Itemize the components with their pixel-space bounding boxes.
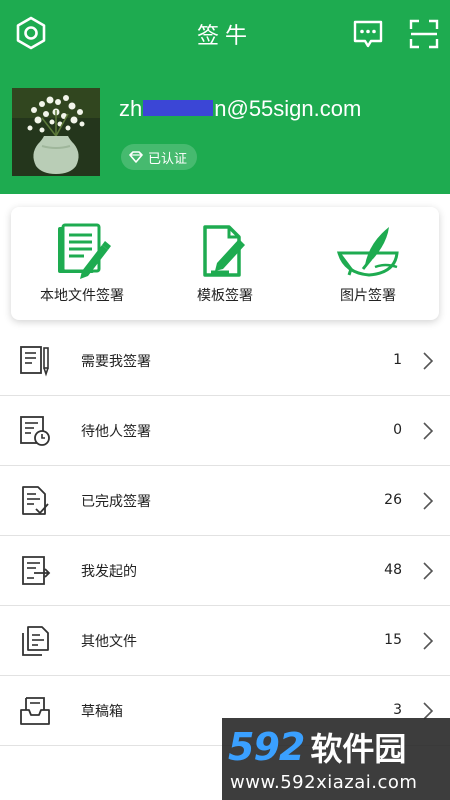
chevron-right-icon [423,562,434,580]
document-check-icon [22,486,49,515]
top-bar: 签牛 [0,0,450,66]
document-pen-icon [58,223,111,279]
email-redaction-mask [143,100,214,117]
list-item-label: 其他文件 [81,634,137,650]
action-label: 本地文件签署 [40,288,124,304]
verified-label: 已认证 [148,151,188,167]
email-prefix: zh [119,96,143,121]
list-item-label: 需要我签署 [81,354,151,370]
documents-icon [22,626,49,656]
inbox-tray-icon [20,697,50,725]
watermark-url: www.592xiazai.com [230,772,418,793]
list-item-count: 26 [384,492,402,508]
document-send-icon [22,556,51,585]
action-label: 模板签署 [197,288,253,304]
message-bubble-icon [353,20,383,48]
template-edit-icon [203,225,245,277]
flower-vase-image [12,88,100,176]
chevron-right-icon [423,632,434,650]
message-button[interactable] [350,16,386,52]
watermark-name: 软件园 [310,730,407,768]
list-item-count: 3 [393,702,402,718]
action-label: 图片签署 [340,288,396,304]
watermark-number: 592 [228,725,305,769]
list-item-label: 待他人签署 [81,424,151,440]
avatar[interactable] [12,88,100,176]
list-item-label: 已完成签署 [81,494,151,510]
verified-badge[interactable]: 已认证 [121,144,198,170]
scan-icon [409,19,439,49]
list-item-count: 48 [384,562,402,578]
image-sign-button[interactable]: 图片签署 [297,207,439,320]
list-item-count: 1 [393,352,402,368]
list-item-label: 草稿箱 [81,704,123,720]
profile-header: 签牛 zh n@55sign.com 已认证 [0,0,450,194]
list-item-completed[interactable]: 已完成签署 26 [0,466,450,536]
sign-actions-card: 本地文件签署 模板签署 图片签署 [11,207,439,320]
list-item-count: 15 [384,632,402,648]
list-item-count: 0 [393,422,402,438]
scan-button[interactable] [406,16,442,52]
image-quill-icon [336,227,399,277]
diamond-icon [129,151,143,163]
list-item-other-files[interactable]: 其他文件 15 [0,606,450,676]
document-list: 需要我签署 1 待他人签署 0 已完成签署 26 我发起的 48 其他文件 15… [0,326,450,746]
document-pen-icon [20,346,49,377]
template-sign-button[interactable]: 模板签署 [154,207,296,320]
email-suffix: n@55sign.com [214,96,362,121]
user-email: zh n@55sign.com [119,96,361,122]
document-clock-icon [20,416,50,446]
list-item-initiated[interactable]: 我发起的 48 [0,536,450,606]
list-item-label: 我发起的 [81,564,137,580]
chevron-right-icon [423,352,434,370]
chevron-right-icon [423,422,434,440]
chevron-right-icon [423,492,434,510]
local-file-sign-button[interactable]: 本地文件签署 [11,207,153,320]
list-item-need-my-sign[interactable]: 需要我签署 1 [0,326,450,396]
list-item-waiting-others[interactable]: 待他人签署 0 [0,396,450,466]
site-watermark: 592 软件园 www.592xiazai.com [222,718,450,800]
